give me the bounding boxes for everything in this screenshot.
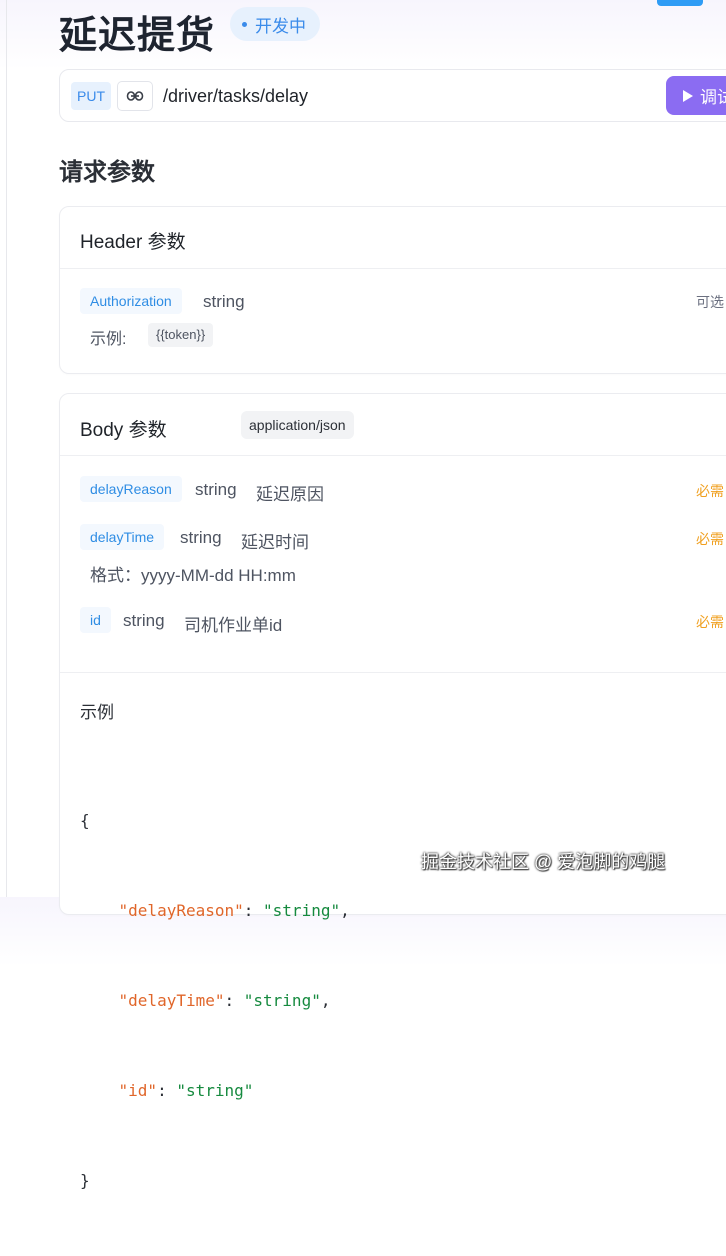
header-params-card: Header 参数 Authorization string 可选 示例: {{… (59, 206, 726, 374)
status-label: 开发中 (255, 16, 306, 36)
json-example-code: { "delayReason": "string", "delayTime": … (80, 746, 350, 1256)
param-optional-flag: 可选 (696, 294, 724, 310)
body-params-card: Body 参数 application/json delayReason str… (59, 393, 726, 1190)
content-type-badge: application/json (241, 411, 354, 439)
json-key: "id" (118, 1081, 158, 1100)
play-icon (683, 89, 693, 102)
endpoint-bar: PUT /driver/tasks/delay 调试 (59, 69, 726, 122)
body-params-title: Body 参数 (80, 420, 167, 441)
status-badge[interactable]: 开发中 (230, 7, 320, 41)
json-key: "delayReason" (118, 901, 244, 920)
example-label: 示例: (90, 331, 127, 348)
json-open-brace: { (80, 811, 90, 830)
param-name-delaytime: delayTime (80, 524, 165, 550)
json-value: "string" (176, 1081, 254, 1100)
json-line: "id": "string" (118, 1081, 254, 1100)
run-debug-button[interactable]: 调试 (666, 76, 726, 115)
body-params-card-header: Body 参数 application/json (60, 394, 726, 456)
param-format: 格式：yyyy-MM-dd HH:mm (90, 566, 296, 585)
page-title: 延迟提货 (59, 15, 216, 57)
request-params-heading: 请求参数 (59, 159, 155, 186)
json-value: "string" (243, 991, 321, 1010)
link-icon (126, 91, 144, 101)
json-line: "delayReason": "string", (118, 901, 350, 920)
http-method-badge: PUT (71, 82, 111, 110)
example-section-title: 示例 (80, 703, 114, 722)
param-type: string (180, 528, 222, 547)
param-required-flag: 必需 (696, 614, 724, 630)
param-description: 延迟时间 (241, 533, 309, 552)
json-line: "delayTime": "string", (118, 991, 331, 1010)
divider (60, 672, 726, 673)
param-required-flag: 必需 (696, 483, 724, 499)
param-type: string (123, 611, 165, 630)
header-params-title: Header 参数 (80, 232, 186, 253)
param-name-authorization: Authorization (80, 288, 182, 314)
json-trail: , (320, 991, 331, 1010)
param-required-flag: 必需 (696, 531, 724, 547)
param-name-id: id (80, 607, 111, 633)
top-action-button[interactable] (657, 0, 703, 6)
endpoint-path: /driver/tasks/delay (163, 86, 309, 106)
param-name-delayreason: delayReason (80, 476, 182, 502)
json-trail: , (340, 901, 350, 920)
watermark: 掘金技术社区 @ 爱泡脚的鸡腿 (421, 852, 666, 872)
json-value: "string" (263, 901, 341, 920)
sidebar-divider (6, 0, 7, 897)
json-close-brace: } (80, 1171, 90, 1190)
json-key: "delayTime" (118, 991, 225, 1010)
param-description: 延迟原因 (256, 485, 324, 504)
param-description: 司机作业单id (184, 616, 283, 635)
run-button-label: 调试 (700, 88, 726, 107)
copy-link-button[interactable] (117, 81, 153, 111)
header-params-card-header: Header 参数 (60, 207, 726, 269)
status-dot-icon (242, 21, 247, 27)
param-type: string (203, 292, 245, 311)
param-type: string (195, 480, 237, 499)
example-value-token[interactable]: {{token}} (148, 323, 214, 347)
